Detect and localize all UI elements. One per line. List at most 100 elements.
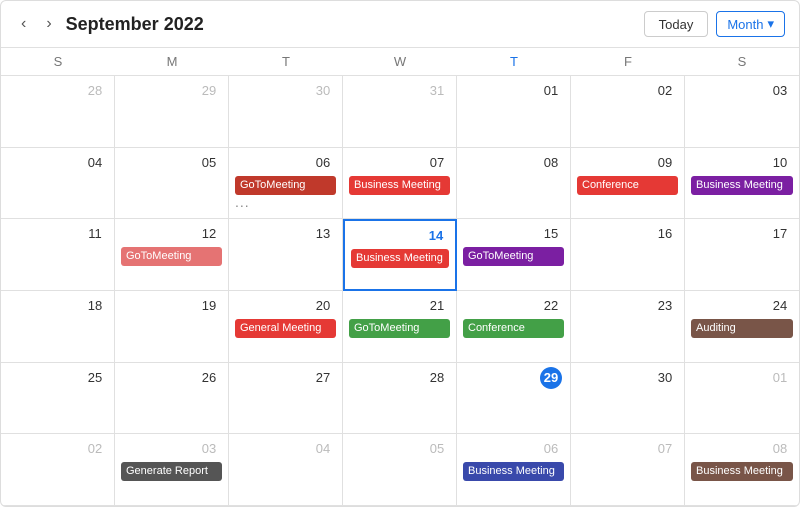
date-number: 13 (312, 223, 334, 245)
prev-button[interactable]: ‹ (15, 13, 32, 35)
date-number: 06 (312, 152, 334, 174)
calendar-cell[interactable]: 04 (229, 434, 343, 506)
calendar-container: ‹ › September 2022 Today Month ▾ S M T W… (0, 0, 800, 507)
date-number: 10 (769, 152, 791, 174)
calendar-cell[interactable]: 30 (571, 363, 685, 435)
date-number: 23 (654, 295, 676, 317)
date-number: 07 (654, 438, 676, 460)
calendar-cell[interactable]: 19 (115, 291, 229, 363)
calendar-cell[interactable]: 06 GoToMeeting... (229, 148, 343, 220)
date-number: 08 (769, 438, 791, 460)
day-sun: S (1, 48, 115, 75)
event-pill[interactable]: Business Meeting (691, 462, 793, 481)
calendar-cell[interactable]: 31 (343, 76, 457, 148)
event-pill[interactable]: GoToMeeting (121, 247, 222, 266)
calendar-cell[interactable]: 27 (229, 363, 343, 435)
date-number: 29 (198, 80, 220, 102)
event-pill[interactable]: Conference (577, 176, 678, 195)
date-number: 09 (654, 152, 676, 174)
calendar-cell[interactable]: 07 (571, 434, 685, 506)
calendar-cell[interactable]: 21 GoToMeeting (343, 291, 457, 363)
calendar-cell[interactable]: 28 (1, 76, 115, 148)
date-number: 01 (540, 80, 562, 102)
calendar-cell[interactable]: 06Business Meeting (457, 434, 571, 506)
event-pill[interactable]: Business Meeting (351, 249, 449, 268)
calendar-cell[interactable]: 12 GoToMeeting (115, 219, 229, 291)
calendar-cell[interactable]: 07Business Meeting (343, 148, 457, 220)
next-button[interactable]: › (40, 13, 57, 35)
calendar-cell[interactable]: 30 (229, 76, 343, 148)
date-number: 27 (312, 367, 334, 389)
day-tue: T (229, 48, 343, 75)
date-number: 20 (312, 295, 334, 317)
date-number: 26 (198, 367, 220, 389)
calendar-cell[interactable]: 03 (685, 76, 799, 148)
event-pill[interactable]: GoToMeeting (463, 247, 564, 266)
event-pill[interactable]: Business Meeting (691, 176, 793, 195)
date-number: 28 (426, 367, 448, 389)
calendar-header: ‹ › September 2022 Today Month ▾ (1, 1, 799, 48)
more-events[interactable]: ... (235, 197, 336, 207)
day-fri: F (571, 48, 685, 75)
calendar-cell[interactable]: 03 Generate Report (115, 434, 229, 506)
date-number: 05 (426, 438, 448, 460)
calendar-cell[interactable]: 08 (457, 148, 571, 220)
event-pill[interactable]: Business Meeting (463, 462, 564, 481)
date-number: 12 (198, 223, 220, 245)
date-number: 08 (540, 152, 562, 174)
calendar-cell[interactable]: 17 (685, 219, 799, 291)
calendar-cell[interactable]: 28 (343, 363, 457, 435)
month-button[interactable]: Month ▾ (716, 11, 785, 37)
calendar-cell[interactable]: 01 (457, 76, 571, 148)
event-pill[interactable]: Business Meeting (349, 176, 450, 195)
calendar-cell[interactable]: 09 Conference (571, 148, 685, 220)
calendar-cell[interactable]: 15GoToMeeting (457, 219, 571, 291)
month-title: September 2022 (66, 14, 636, 35)
event-pill[interactable]: Generate Report (121, 462, 222, 481)
calendar-cell[interactable]: 05 (343, 434, 457, 506)
date-number: 25 (84, 367, 106, 389)
event-pill[interactable]: Conference (463, 319, 564, 338)
calendar-cell[interactable]: 13 (229, 219, 343, 291)
date-number: 14 (425, 225, 447, 247)
date-number: 04 (312, 438, 334, 460)
event-pill[interactable]: Auditing (691, 319, 793, 338)
calendar-cell[interactable]: 05 (115, 148, 229, 220)
calendar-cell[interactable]: 29 (115, 76, 229, 148)
day-sat: S (685, 48, 799, 75)
date-number: 02 (654, 80, 676, 102)
date-number: 24 (769, 295, 791, 317)
event-pill[interactable]: General Meeting (235, 319, 336, 338)
calendar-cell[interactable]: 26 (115, 363, 229, 435)
calendar-cell[interactable]: 11 (1, 219, 115, 291)
date-number: 19 (198, 295, 220, 317)
date-number: 03 (198, 438, 220, 460)
calendar-cell[interactable]: 08 Business Meeting (685, 434, 799, 506)
calendar-cell[interactable]: 18 (1, 291, 115, 363)
calendar-cell[interactable]: 02 (1, 434, 115, 506)
calendar-cell[interactable]: 20 General Meeting (229, 291, 343, 363)
event-pill[interactable]: GoToMeeting (235, 176, 336, 195)
calendar-cell[interactable]: 22 Conference (457, 291, 571, 363)
calendar-cell[interactable]: 23 (571, 291, 685, 363)
date-number: 18 (84, 295, 106, 317)
chevron-down-icon: ▾ (767, 16, 774, 32)
calendar-cell[interactable]: 29 (457, 363, 571, 435)
date-number: 17 (769, 223, 791, 245)
calendar-cell[interactable]: 14 Business Meeting (343, 219, 457, 291)
day-mon: M (115, 48, 229, 75)
date-number: 21 (426, 295, 448, 317)
calendar-cell[interactable]: 01 (685, 363, 799, 435)
day-wed: W (343, 48, 457, 75)
calendar-cell[interactable]: 24 Auditing (685, 291, 799, 363)
today-button[interactable]: Today (644, 11, 709, 37)
calendar-cell[interactable]: 04 (1, 148, 115, 220)
days-header: S M T W T F S (1, 48, 799, 76)
event-pill[interactable]: GoToMeeting (349, 319, 450, 338)
calendar-cell[interactable]: 25 (1, 363, 115, 435)
date-number: 22 (540, 295, 562, 317)
date-number: 30 (312, 80, 334, 102)
calendar-cell[interactable]: 10 Business Meeting (685, 148, 799, 220)
calendar-cell[interactable]: 16 (571, 219, 685, 291)
calendar-cell[interactable]: 02 (571, 76, 685, 148)
